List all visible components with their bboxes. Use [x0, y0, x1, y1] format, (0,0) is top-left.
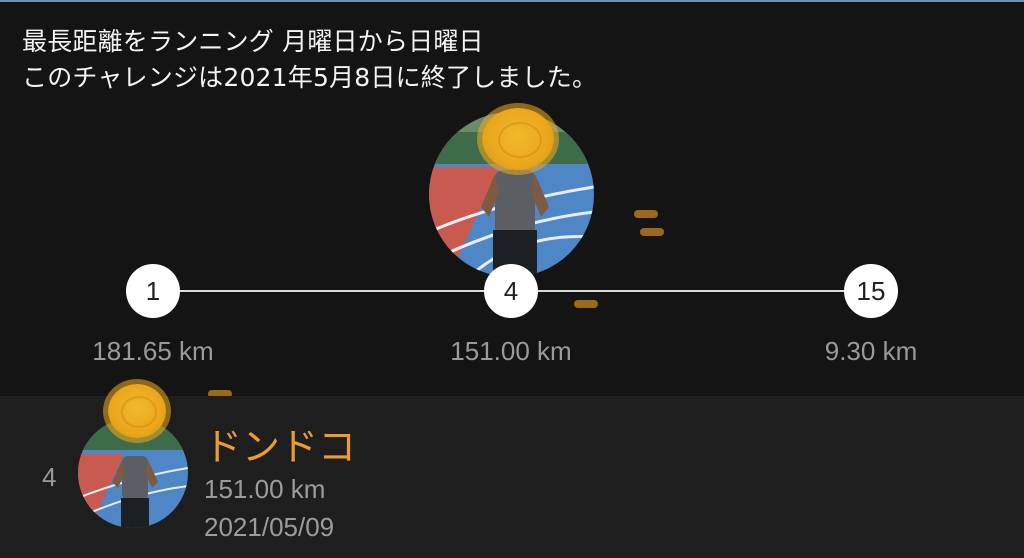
user-distance: 151.00 km	[204, 474, 326, 504]
face-cover-sticker-icon	[482, 108, 554, 170]
user-date: 2021/05/09	[204, 512, 335, 542]
challenge-header: 最長距離をランニング 月曜日から日曜日 このチャレンジは2021年5月8日に終了…	[22, 24, 597, 96]
sticker-smudge	[574, 300, 598, 308]
rank-node-1[interactable]: 1	[126, 264, 180, 318]
rank-node-distance: 151.00 km	[450, 336, 572, 366]
row-rank: 4	[42, 462, 57, 492]
window-top-border	[0, 0, 1024, 2]
rank-node-15[interactable]: 15	[844, 264, 898, 318]
rank-node-label: 4	[503, 275, 519, 306]
rank-node-label: 15	[856, 275, 886, 306]
challenge-title: 最長距離をランニング 月曜日から日曜日	[22, 27, 484, 56]
sticker-smudge	[640, 228, 664, 236]
user-name[interactable]: ドンドコ	[204, 416, 356, 471]
rank-node-4[interactable]: 4	[484, 264, 538, 318]
challenge-status: このチャレンジは2021年5月8日に終了しました。	[22, 63, 598, 92]
rank-node-label: 1	[145, 275, 161, 306]
rank-node-distance: 181.65 km	[92, 336, 214, 366]
sticker-smudge	[634, 210, 658, 218]
face-cover-sticker-icon	[108, 384, 166, 438]
rank-node-distance: 9.30 km	[824, 336, 918, 366]
